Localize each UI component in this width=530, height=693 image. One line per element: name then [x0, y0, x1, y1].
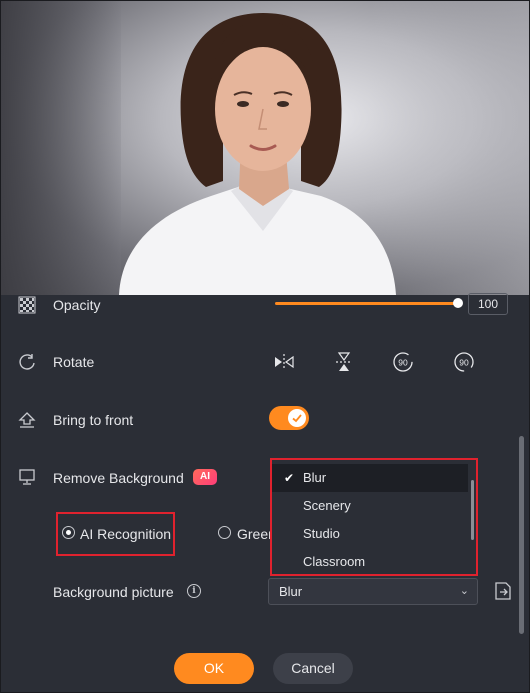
opacity-value-input[interactable]: 100	[468, 293, 508, 315]
background-picture-select[interactable]: Blur ⌄	[268, 578, 478, 605]
dropdown-item-label: Classroom	[303, 554, 366, 569]
dropdown-item-blur[interactable]: ✔ Blur	[272, 464, 468, 492]
import-file-icon[interactable]	[492, 580, 514, 602]
check-icon	[292, 414, 302, 423]
dropdown-item-label: Scenery	[303, 498, 351, 513]
ai-recognition-label[interactable]: AI Recognition	[80, 526, 171, 542]
svg-text:90: 90	[459, 358, 469, 368]
info-icon[interactable]: i	[187, 584, 201, 598]
checkmark-icon: ✔	[284, 471, 295, 485]
select-value: Blur	[279, 584, 303, 599]
rotate-left-90-icon[interactable]: 90	[391, 350, 415, 374]
opacity-slider-thumb[interactable]	[453, 298, 463, 308]
green-screen-radio[interactable]	[218, 526, 231, 539]
dropdown-item-label: Blur	[303, 470, 327, 485]
cancel-button[interactable]: Cancel	[273, 653, 353, 684]
dropdown-item-scenery[interactable]: Scenery	[272, 492, 468, 520]
svg-text:90: 90	[398, 358, 408, 368]
bring-to-front-icon	[18, 412, 36, 428]
panel-scrollbar[interactable]	[519, 436, 524, 634]
opacity-label: Opacity	[53, 297, 101, 313]
dropdown-scrollbar[interactable]	[471, 480, 474, 540]
dropdown-item-studio[interactable]: Studio	[272, 520, 468, 548]
green-screen-label[interactable]: Green	[237, 526, 270, 542]
rotate-label: Rotate	[53, 354, 95, 370]
background-picture-label: Background picture	[53, 584, 174, 600]
chevron-down-icon: ⌄	[459, 585, 469, 597]
preview-image	[1, 1, 529, 295]
flip-vertical-icon[interactable]	[332, 350, 356, 374]
bring-to-front-toggle[interactable]	[269, 406, 309, 430]
opacity-icon	[18, 296, 36, 314]
background-dropdown-list[interactable]: ✔ Blur Scenery Studio Classroom	[270, 458, 478, 576]
dropdown-item-classroom[interactable]: Classroom	[272, 548, 468, 574]
ok-button[interactable]: OK	[174, 653, 254, 684]
toggle-knob	[288, 409, 306, 427]
flip-horizontal-icon[interactable]	[272, 350, 296, 374]
portrait-figure	[119, 13, 396, 295]
rotate-right-90-icon[interactable]: 90	[452, 350, 476, 374]
rotate-icon	[19, 354, 35, 370]
ai-badge: AI	[193, 469, 217, 485]
remove-background-icon	[19, 469, 35, 485]
remove-background-label: Remove Background	[53, 470, 184, 486]
opacity-slider-track[interactable]	[275, 302, 459, 305]
ai-recognition-radio[interactable]	[62, 526, 75, 539]
dropdown-item-label: Studio	[303, 526, 340, 541]
bring-to-front-label: Bring to front	[53, 412, 134, 428]
